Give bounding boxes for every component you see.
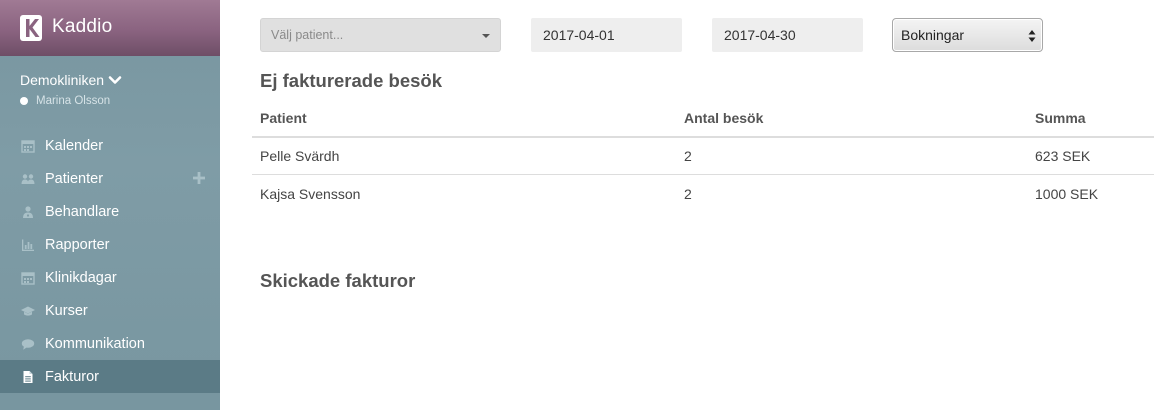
- table-row[interactable]: Pelle Svärdh 2 623 SEK: [252, 138, 1154, 175]
- sidebar-item-kurser[interactable]: Kurser: [0, 294, 220, 327]
- column-header-patient[interactable]: Patient: [260, 100, 307, 136]
- comment-icon: [20, 337, 36, 351]
- sidebar: Kaddio Demokliniken Marina Olsson Kalend…: [0, 0, 220, 410]
- sidebar-item-label: Kurser: [45, 302, 88, 319]
- clinic-name: Demokliniken: [20, 72, 105, 88]
- sidebar-item-label: Rapporter: [45, 236, 110, 253]
- users-icon: [20, 172, 36, 186]
- graduation-cap-icon: [20, 304, 36, 318]
- to-date-input[interactable]: 2017-04-30: [712, 18, 863, 52]
- section-title-sent-invoices: Skickade fakturor: [260, 270, 416, 291]
- type-select[interactable]: Bokningar: [892, 18, 1043, 52]
- column-header-sum[interactable]: Summa: [1035, 100, 1086, 136]
- online-status-icon: [20, 97, 28, 105]
- visit-count-cell: 2: [684, 148, 692, 164]
- sidebar-item-behandlare[interactable]: Behandlare: [0, 195, 220, 228]
- bar-chart-icon: [20, 238, 36, 252]
- sidebar-item-label: Patienter: [45, 170, 104, 187]
- sidebar-item-label: Kalender: [45, 137, 104, 154]
- patient-select[interactable]: Välj patient...: [260, 18, 501, 52]
- patient-select-placeholder: Välj patient...: [271, 28, 344, 42]
- sidebar-item-label: Kommunikation: [45, 335, 145, 352]
- calendar-icon: [20, 271, 36, 285]
- brand-name: Kaddio: [52, 16, 113, 37]
- main-content: Välj patient... 2017-04-01 2017-04-30 Bo…: [220, 0, 1154, 410]
- type-select-value: Bokningar: [901, 27, 965, 43]
- patient-name-cell: Kajsa Svensson: [260, 185, 361, 202]
- visit-count-cell: 2: [684, 185, 692, 202]
- sidebar-item-label: Fakturor: [45, 368, 99, 385]
- sidebar-item-label: Behandlare: [45, 203, 120, 220]
- sidebar-item-patienter[interactable]: Patienter: [0, 162, 220, 195]
- kaddio-logo-icon: [20, 15, 42, 41]
- sidebar-nav: Kalender Patienter Behandlare Rapporter …: [0, 129, 220, 393]
- app: Kaddio Demokliniken Marina Olsson Kalend…: [0, 0, 1154, 410]
- sidebar-item-kalender[interactable]: Kalender: [0, 129, 220, 162]
- section-title-unbilled: Ej fakturerade besök: [260, 70, 442, 91]
- caret-down-icon: [482, 34, 490, 38]
- column-header-visit-count[interactable]: Antal besök: [684, 100, 763, 136]
- sidebar-item-label: Klinikdagar: [45, 269, 117, 286]
- current-user: Marina Olsson: [20, 95, 110, 107]
- unbilled-visits-table: Patient Antal besök Summa Pelle Svärdh 2…: [252, 100, 1154, 212]
- user-md-icon: [20, 205, 36, 219]
- chevron-down-icon: [108, 76, 122, 84]
- up-down-arrows-icon: [1028, 30, 1036, 42]
- sidebar-item-kommunikation[interactable]: Kommunikation: [0, 327, 220, 360]
- sidebar-item-rapporter[interactable]: Rapporter: [0, 228, 220, 261]
- clinic-switcher[interactable]: Demokliniken: [20, 72, 122, 88]
- sidebar-item-klinikdagar[interactable]: Klinikdagar: [0, 261, 220, 294]
- sidebar-item-fakturor[interactable]: Fakturor: [0, 360, 220, 393]
- table-header-row: Patient Antal besök Summa: [252, 100, 1154, 138]
- calendar-icon: [20, 139, 36, 153]
- patient-name-cell: Pelle Svärdh: [260, 148, 340, 164]
- sum-cell: 1000 SEK: [1035, 185, 1099, 202]
- file-icon: [20, 370, 36, 384]
- brand-bar[interactable]: Kaddio: [0, 0, 220, 56]
- add-patient-plus-icon[interactable]: [192, 171, 206, 185]
- table-row[interactable]: Kajsa Svensson 2 1000 SEK: [252, 175, 1154, 212]
- sum-cell: 623 SEK: [1035, 148, 1091, 164]
- from-date-input[interactable]: 2017-04-01: [531, 18, 682, 52]
- user-name: Marina Olsson: [36, 95, 111, 107]
